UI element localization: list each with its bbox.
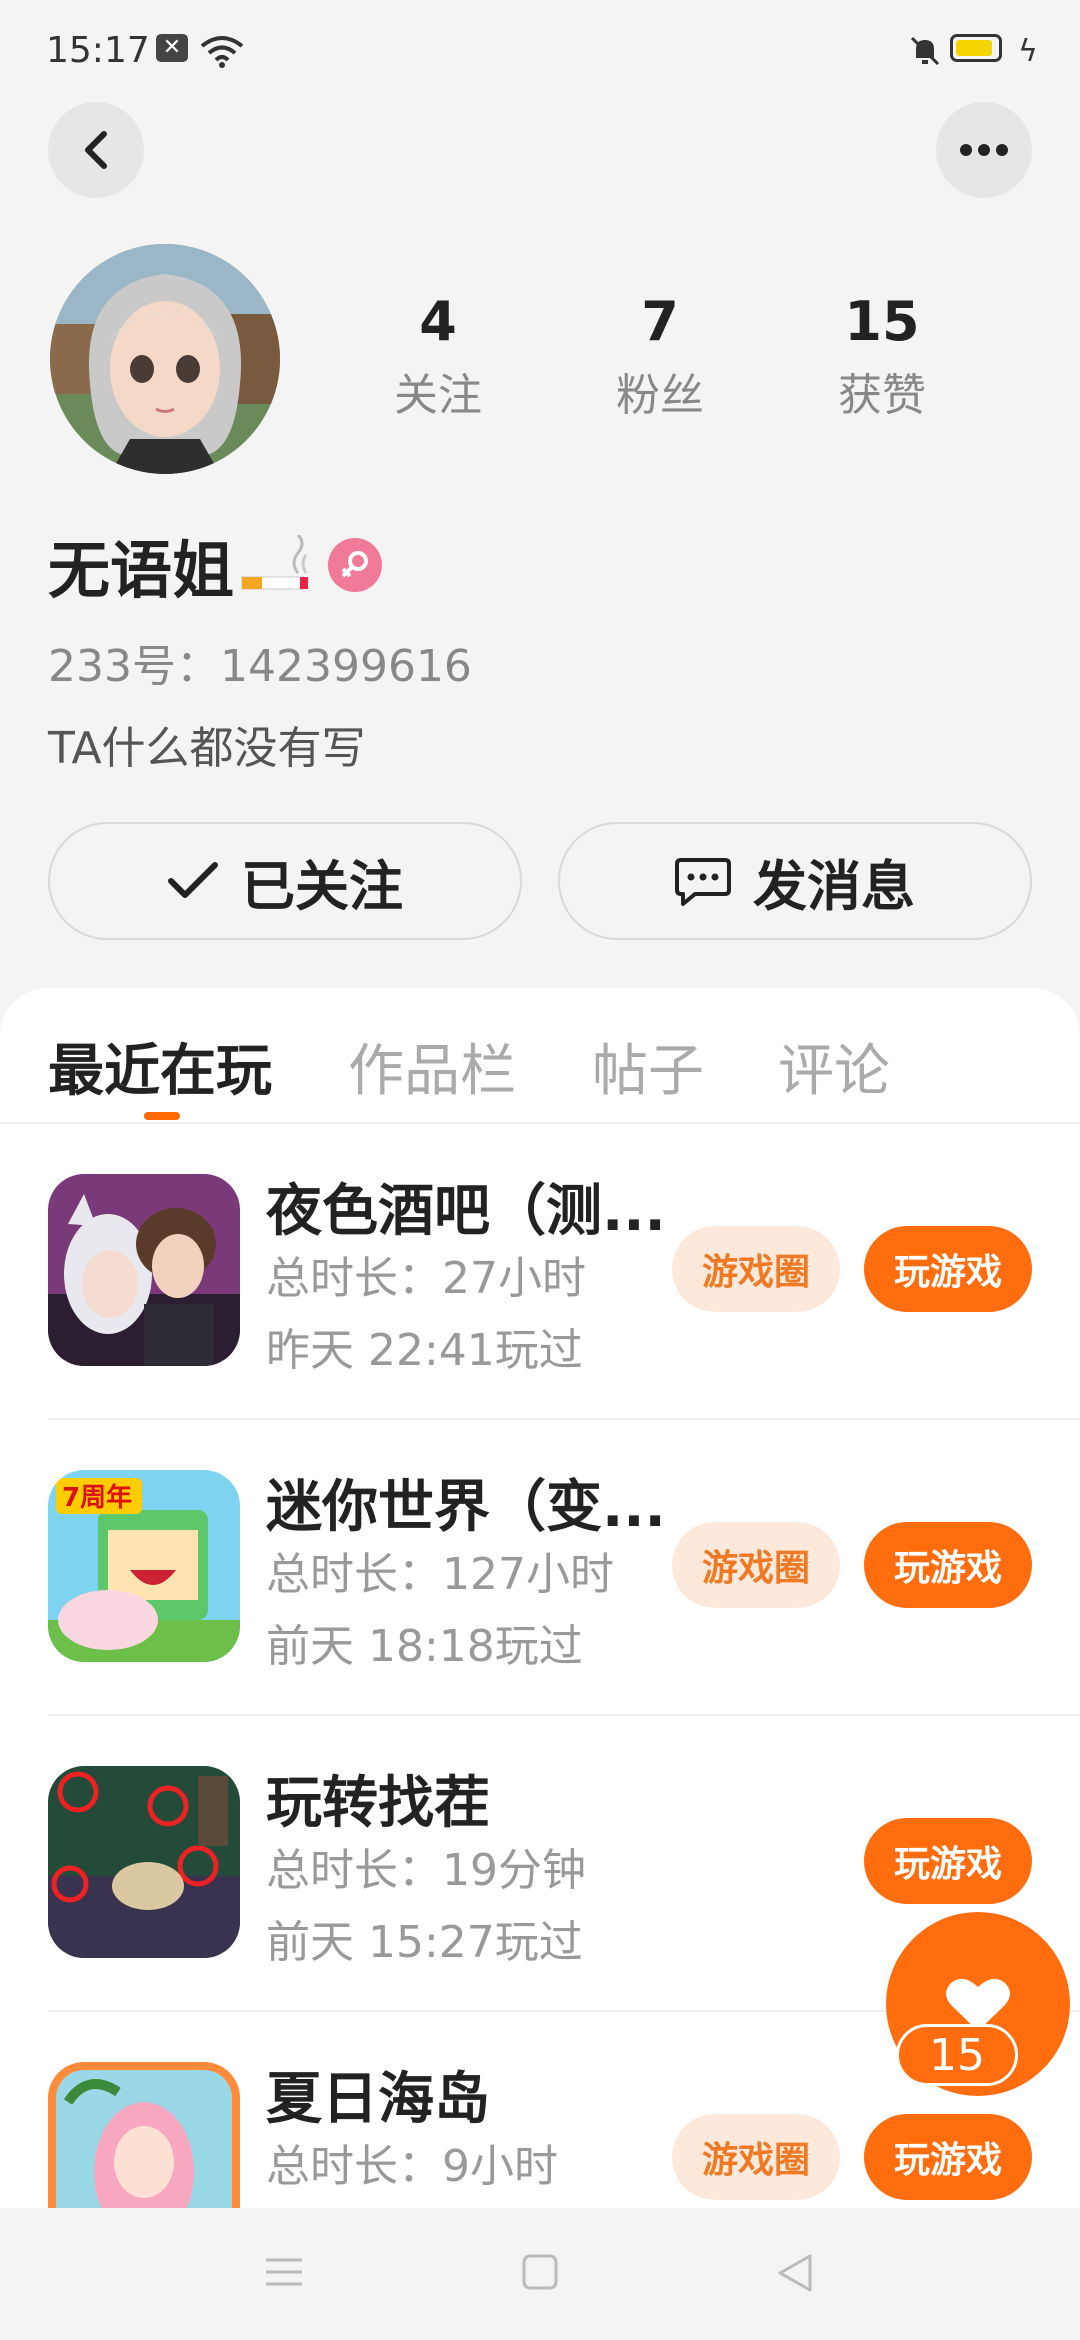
female-icon: [328, 538, 383, 592]
user-name: 无语姐: [48, 534, 235, 607]
user-bio: TA什么都没有写: [48, 723, 366, 774]
more-button[interactable]: [936, 102, 1032, 198]
tab-works[interactable]: 作品栏: [348, 1026, 516, 1107]
game-circle-button[interactable]: 游戏圈: [672, 1226, 840, 1312]
stat-label: 关注: [394, 370, 482, 421]
stat-label: 获赞: [838, 370, 926, 421]
game-title: 迷你世界（变...: [266, 1475, 666, 1540]
system-nav-bar: [0, 2208, 1080, 2340]
game-duration: 总时长：9小时: [266, 2141, 558, 2192]
menu-icon[interactable]: [262, 2252, 306, 2296]
tab-posts[interactable]: 帖子: [592, 1026, 704, 1107]
game-icon: 7周年: [48, 1470, 240, 1662]
play-game-button[interactable]: 玩游戏: [864, 1818, 1032, 1904]
game-icon: [48, 1766, 240, 1958]
stat-likes[interactable]: 15 获赞: [782, 290, 982, 423]
play-game-button[interactable]: 玩游戏: [864, 1522, 1032, 1608]
stat-followers[interactable]: 7 粉丝: [560, 290, 760, 423]
game-last-played: 前天 18:18玩过: [266, 1621, 583, 1672]
tab-comments[interactable]: 评论: [778, 1026, 890, 1107]
status-bar: 15:17 ✕ ϟ: [0, 0, 1080, 100]
chat-bubble-icon: [675, 858, 731, 906]
game-last-played: 前天 15:27玩过: [266, 1917, 583, 1968]
game-icon: [48, 1174, 240, 1366]
send-message-label: 发消息: [753, 854, 915, 918]
sim-icon: ✕: [156, 34, 188, 62]
game-duration: 总时长：27小时: [266, 1253, 586, 1304]
game-circle-button[interactable]: 游戏圈: [672, 2114, 840, 2200]
back-triangle-icon[interactable]: [774, 2252, 816, 2298]
followed-button[interactable]: 已关注: [48, 822, 522, 940]
back-button[interactable]: [48, 102, 144, 198]
name-row: 无语姐: [48, 520, 383, 610]
game-title: 夜色酒吧（测...: [266, 1179, 666, 1244]
stat-value: 15: [844, 290, 920, 353]
tab-bar: 最近在玩 作品栏 帖子 评论: [0, 988, 1080, 1124]
charging-icon: ϟ: [1018, 34, 1038, 69]
send-message-button[interactable]: 发消息: [558, 822, 1032, 940]
wifi-icon: [200, 34, 244, 72]
game-icon: [48, 2062, 240, 2208]
like-count: 15: [896, 2024, 1018, 2086]
checkmark-icon: [168, 862, 218, 898]
game-row[interactable]: 夜色酒吧（测... 总时长：27小时 昨天 22:41玩过 游戏圈 玩游戏: [0, 1124, 1080, 1420]
cigarette-icon: [241, 535, 309, 590]
game-title: 夏日海岛: [266, 2067, 490, 2132]
stat-label: 粉丝: [616, 370, 704, 421]
user-id: 233号：142399616: [48, 641, 472, 692]
mute-bell-icon: [908, 34, 942, 72]
battery-icon: [950, 34, 1002, 62]
game-duration: 总时长：19分钟: [266, 1845, 586, 1896]
stat-following[interactable]: 4 关注: [338, 290, 538, 423]
play-game-button[interactable]: 玩游戏: [864, 1226, 1032, 1312]
svg-text:7周年: 7周年: [62, 1482, 132, 1513]
play-game-button[interactable]: 玩游戏: [864, 2114, 1032, 2200]
followed-label: 已关注: [241, 854, 403, 918]
avatar[interactable]: [50, 244, 280, 474]
home-square-icon[interactable]: [520, 2252, 560, 2296]
active-tab-indicator: [144, 1112, 180, 1120]
game-last-played: 昨天 22:41玩过: [266, 1325, 583, 1376]
stat-value: 7: [641, 290, 679, 353]
back-arrow-icon: [85, 131, 107, 169]
tab-recently-played[interactable]: 最近在玩: [48, 1026, 272, 1107]
game-duration: 总时长：127小时: [266, 1549, 614, 1600]
game-row[interactable]: 7周年 迷你世界（变... 总时长：127小时 前天 18:18玩过 游戏圈 玩…: [0, 1420, 1080, 1716]
stat-value: 4: [419, 290, 457, 353]
game-title: 玩转找茬: [266, 1771, 490, 1836]
status-time: 15:17: [46, 30, 150, 71]
more-dots-icon: [960, 144, 1008, 156]
game-circle-button[interactable]: 游戏圈: [672, 1522, 840, 1608]
